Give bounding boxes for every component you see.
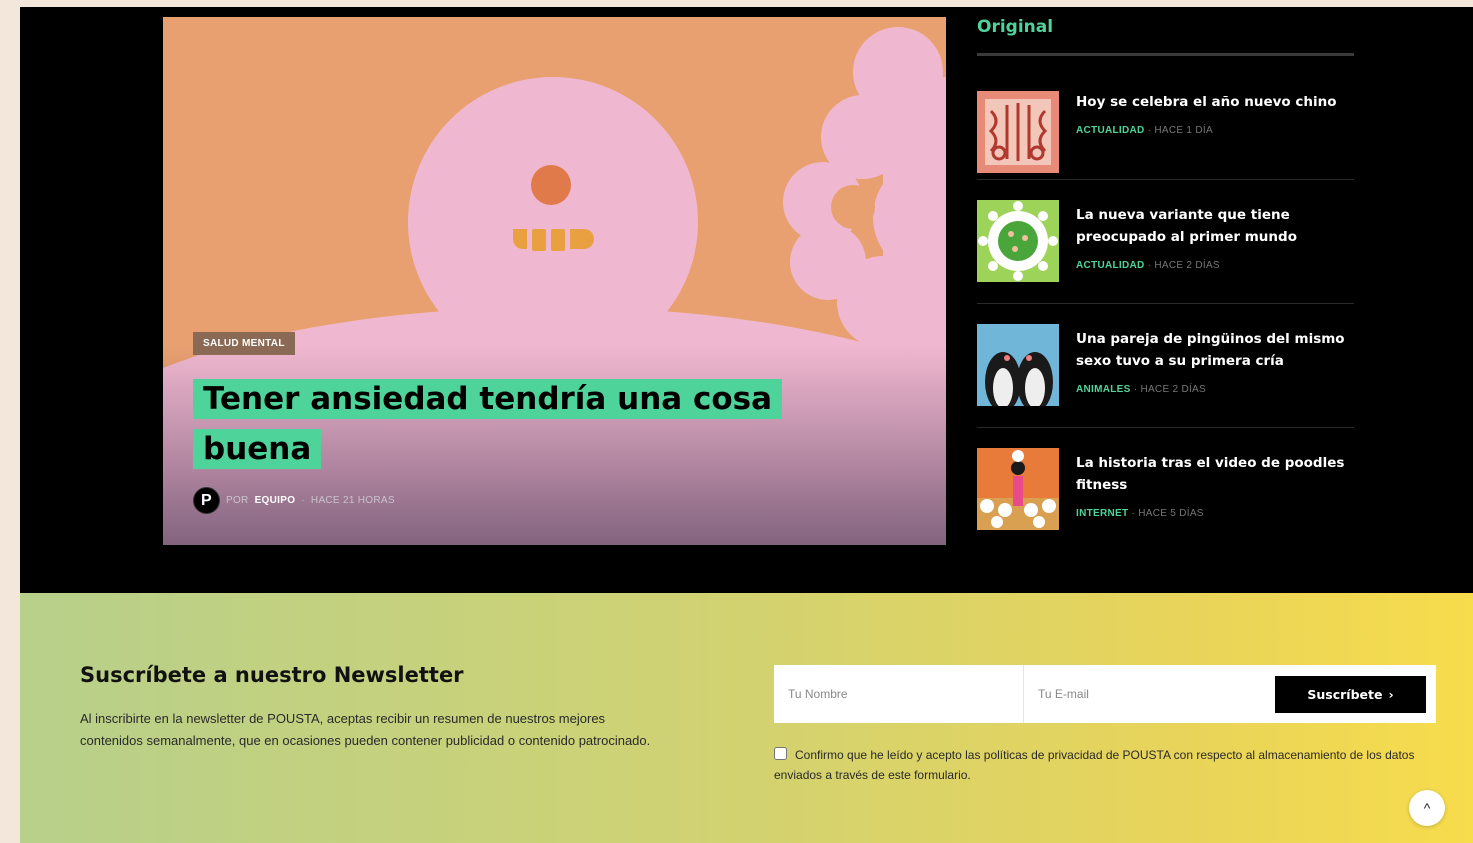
virus-illustration-icon[interactable]: [977, 200, 1059, 282]
item-meta: ANIMALES · HACE 2 DÍAS: [1076, 384, 1206, 395]
item-meta: ACTUALIDAD · HACE 2 DÍAS: [1076, 260, 1220, 271]
publish-time: HACE 21 HORAS: [310, 495, 395, 506]
hero-byline: P POR EQUIPO · HACE 21 HORAS: [193, 487, 395, 514]
tiger-illustration-icon[interactable]: [977, 91, 1059, 173]
item-category[interactable]: ACTUALIDAD: [1076, 125, 1145, 136]
category-tag[interactable]: SALUD MENTAL: [193, 332, 295, 355]
item-category[interactable]: INTERNET: [1076, 508, 1128, 519]
consent-text: Confirmo que he leído y acepto las polít…: [774, 748, 1415, 782]
newsletter-title: Suscríbete a nuestro Newsletter: [80, 663, 464, 687]
original-sidebar: Original Hoy se celebra el año nuevo chi…: [977, 7, 1354, 552]
consent-checkbox[interactable]: [774, 747, 787, 760]
chevron-up-icon: ^: [1423, 800, 1431, 816]
item-text: La historia tras el video de poodles fit…: [1076, 452, 1354, 519]
poodles-illustration-icon[interactable]: [977, 448, 1059, 530]
chevron-right-icon: ›: [1388, 687, 1394, 702]
item-time: HACE 1 DÍA: [1154, 125, 1213, 136]
featured-section: SALUD MENTAL Tener ansiedad tendría una …: [20, 7, 1473, 593]
item-category[interactable]: ACTUALIDAD: [1076, 260, 1145, 271]
newsletter-description: Al inscribirte en la newsletter de POUST…: [80, 711, 651, 748]
item-text: Hoy se celebra el año nuevo chino ACTUAL…: [1076, 91, 1354, 136]
item-title[interactable]: La nueva variante que tiene preocupado a…: [1076, 204, 1354, 248]
list-item[interactable]: Una pareja de pingüinos del mismo sexo t…: [977, 304, 1354, 428]
subscribe-label: Suscríbete: [1307, 687, 1383, 702]
email-field[interactable]: [1024, 665, 1274, 723]
newsletter-form: Suscríbete ›: [774, 665, 1436, 723]
consent-row: Confirmo que he leído y acepto las polít…: [774, 745, 1439, 785]
hero-title[interactable]: Tener ansiedad tendría una cosa buena: [193, 374, 813, 474]
item-category[interactable]: ANIMALES: [1076, 384, 1131, 395]
item-time: HACE 2 DÍAS: [1140, 384, 1206, 395]
byline-prefix: POR: [226, 495, 249, 506]
item-text: La nueva variante que tiene preocupado a…: [1076, 204, 1354, 271]
scroll-top-button[interactable]: ^: [1409, 790, 1445, 826]
item-title[interactable]: La historia tras el video de poodles fit…: [1076, 452, 1354, 496]
item-meta: ACTUALIDAD · HACE 1 DÍA: [1076, 125, 1213, 136]
author-name[interactable]: EQUIPO: [255, 495, 296, 506]
list-item[interactable]: La historia tras el video de poodles fit…: [977, 428, 1354, 552]
item-title[interactable]: Una pareja de pingüinos del mismo sexo t…: [1076, 328, 1354, 372]
subscribe-button[interactable]: Suscríbete ›: [1275, 676, 1426, 713]
author-avatar: P: [193, 487, 220, 514]
list-item[interactable]: Hoy se celebra el año nuevo chino ACTUAL…: [977, 56, 1354, 180]
penguins-photo-icon[interactable]: [977, 324, 1059, 406]
item-text: Una pareja de pingüinos del mismo sexo t…: [1076, 328, 1354, 395]
page: SALUD MENTAL Tener ansiedad tendría una …: [20, 7, 1473, 843]
item-meta: INTERNET · HACE 5 DÍAS: [1076, 508, 1204, 519]
list-item[interactable]: La nueva variante que tiene preocupado a…: [977, 180, 1354, 304]
item-time: HACE 5 DÍAS: [1138, 508, 1204, 519]
byline-separator: ·: [301, 495, 305, 506]
newsletter-section: Suscríbete a nuestro Newsletter Al inscr…: [20, 593, 1473, 843]
sidebar-title: Original: [977, 17, 1054, 37]
hero-article[interactable]: SALUD MENTAL Tener ansiedad tendría una …: [163, 17, 946, 545]
item-title[interactable]: Hoy se celebra el año nuevo chino: [1076, 91, 1354, 113]
name-field[interactable]: [774, 665, 1024, 723]
item-time: HACE 2 DÍAS: [1154, 260, 1220, 271]
